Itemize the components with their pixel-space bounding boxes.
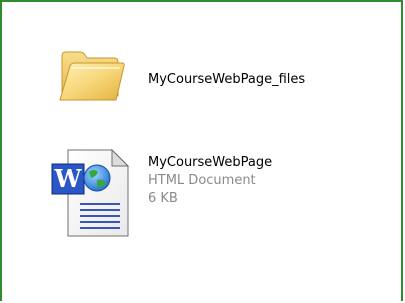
document-size: 6 KB	[148, 191, 178, 206]
document-details: MyCourseWebPage HTML Document 6 KB	[148, 154, 272, 208]
folder-name: MyCourseWebPage_files	[148, 72, 306, 87]
folder-item[interactable]: MyCourseWebPage_files	[56, 44, 386, 108]
word-html-document-icon: W	[51, 148, 130, 237]
file-view-pane: MyCourseWebPage_files W MyCourseWebPage …	[0, 0, 403, 301]
folder-icon	[59, 51, 125, 101]
document-type: HTML Document	[148, 173, 256, 188]
document-name: MyCourseWebPage	[148, 155, 273, 170]
document-item[interactable]: W MyCourseWebPage HTML Document 6 KB	[50, 144, 380, 240]
svg-text:W: W	[54, 164, 83, 193]
